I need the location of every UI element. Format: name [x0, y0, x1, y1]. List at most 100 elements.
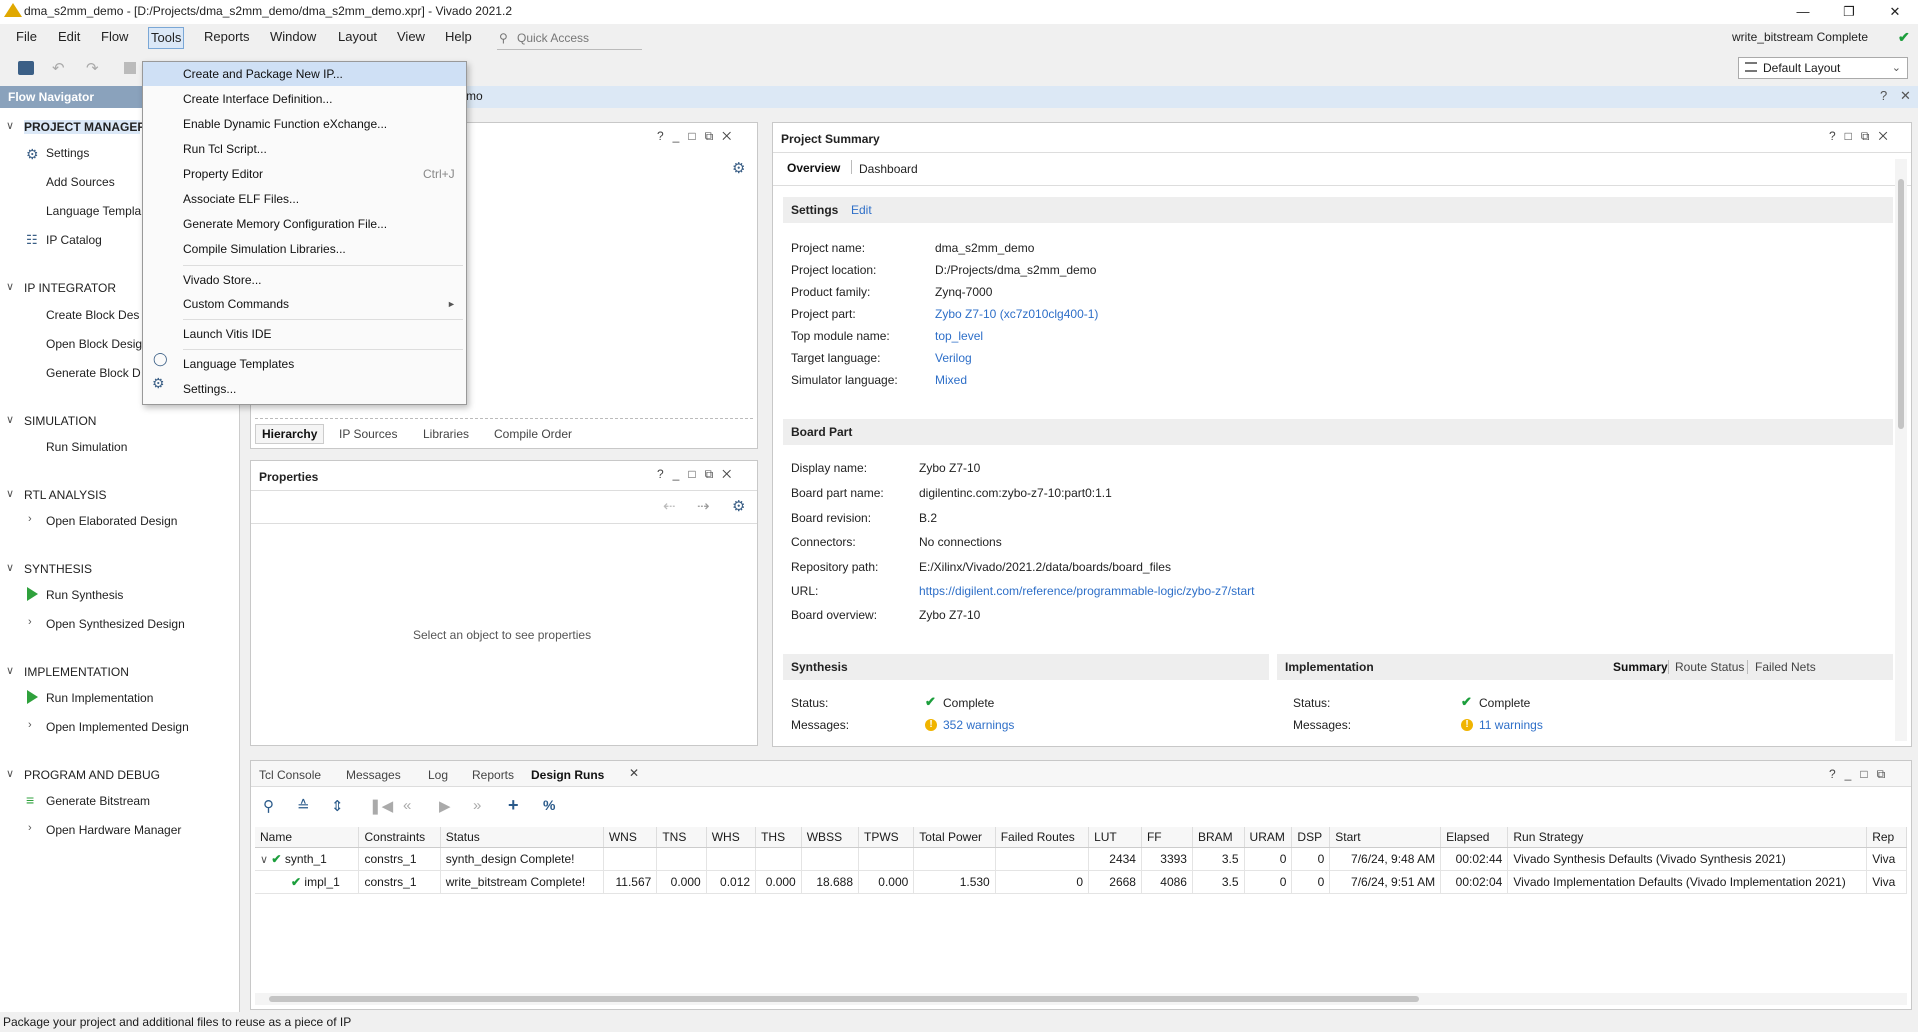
tab-libraries[interactable]: Libraries [423, 427, 469, 441]
maximize-icon[interactable]: ❐ [1826, 1, 1872, 23]
column-header[interactable]: Status [440, 827, 604, 848]
tab-log[interactable]: Log [428, 768, 448, 782]
column-header[interactable]: Start [1329, 827, 1442, 848]
column-header[interactable]: Elapsed [1440, 827, 1509, 848]
section-project-manager[interactable]: PROJECT MANAGER [24, 120, 146, 134]
column-header[interactable]: LUT [1088, 827, 1142, 848]
column-header[interactable]: Constraints [358, 827, 441, 848]
collapse-icon[interactable]: ∨ [6, 280, 14, 293]
nav-settings[interactable]: Settings [46, 146, 89, 160]
chevron-right-icon[interactable]: › [28, 513, 32, 525]
nav-create-block-design[interactable]: Create Block Des [46, 308, 139, 322]
collapse-all-icon[interactable]: ≙ [297, 797, 310, 815]
menu-item-dfx[interactable]: Enable Dynamic Function eXchange... [143, 112, 466, 136]
expand-all-icon[interactable]: ⇕ [331, 797, 344, 815]
minimize-icon[interactable]: — [1780, 1, 1826, 23]
vertical-scrollbar[interactable] [1895, 159, 1907, 741]
table-row[interactable]: ∨ ✔ synth_1 constrs_1 synth_design Compl… [255, 847, 1907, 871]
collapse-icon[interactable]: ∨ [6, 413, 14, 426]
nav-open-elaborated-design[interactable]: Open Elaborated Design [46, 514, 177, 528]
nav-open-hardware-manager[interactable]: Open Hardware Manager [46, 823, 181, 837]
tab-dashboard[interactable]: Dashboard [859, 162, 918, 176]
chevron-right-icon[interactable]: › [28, 719, 32, 731]
tab-overview[interactable]: Overview [787, 161, 840, 175]
menu-edit[interactable]: Edit [58, 29, 80, 44]
menu-item-create-package-ip[interactable]: Create and Package New IP... [143, 62, 466, 86]
section-rtl-analysis[interactable]: RTL ANALYSIS [24, 488, 106, 502]
play-icon[interactable]: ▶ [439, 797, 451, 815]
tab-hierarchy[interactable]: Hierarchy [255, 424, 325, 444]
chevron-right-icon[interactable]: › [28, 616, 32, 628]
tab-compile-order[interactable]: Compile Order [494, 427, 572, 441]
simulator-language-link[interactable]: Mixed [935, 373, 967, 387]
collapse-icon[interactable]: ∨ [6, 767, 14, 780]
menu-item-compile-sim-libs[interactable]: Compile Simulation Libraries... [143, 237, 466, 261]
collapse-icon[interactable]: ∨ [6, 664, 14, 677]
back-arrow-icon[interactable]: ⇠ [663, 497, 676, 515]
panel-controls[interactable]: ?_□⧉✕ [657, 129, 740, 144]
gear-icon[interactable]: ⚙ [732, 159, 745, 177]
collapse-icon[interactable]: ∨ [6, 561, 14, 574]
section-implementation[interactable]: IMPLEMENTATION [24, 665, 129, 679]
section-simulation[interactable]: SIMULATION [24, 414, 96, 428]
tab-messages[interactable]: Messages [346, 768, 401, 782]
menu-layout[interactable]: Layout [338, 29, 377, 44]
menu-tools[interactable]: Tools [148, 27, 185, 49]
section-ip-integrator[interactable]: IP INTEGRATOR [24, 281, 116, 295]
scroll-thumb[interactable] [1898, 179, 1904, 429]
panel-controls[interactable]: ?_□⧉ [1829, 767, 1894, 782]
menu-item-create-interface[interactable]: Create Interface Definition... [143, 87, 466, 111]
next-icon[interactable]: » [473, 797, 481, 814]
menu-item-run-tcl[interactable]: Run Tcl Script... [143, 137, 466, 161]
nav-language-templates[interactable]: Language Templa [46, 204, 141, 218]
column-header[interactable]: WHS [706, 827, 757, 848]
synth-warnings-link[interactable]: 352 warnings [943, 718, 1014, 732]
menu-flow[interactable]: Flow [101, 29, 128, 44]
menu-item-property-editor[interactable]: Property Editor [143, 162, 466, 186]
collapse-icon[interactable]: ∨ [6, 119, 14, 132]
nav-generate-block-design[interactable]: Generate Block D [46, 366, 141, 380]
chevron-right-icon[interactable]: › [28, 822, 32, 834]
column-header[interactable]: DSP [1291, 827, 1331, 848]
top-module-link[interactable]: top_level [935, 329, 983, 343]
menu-file[interactable]: File [16, 29, 37, 44]
column-header[interactable]: Name [255, 827, 360, 848]
copy-icon[interactable] [124, 62, 136, 74]
menu-item-launch-vitis[interactable]: Launch Vitis IDE [143, 322, 466, 346]
nav-run-synthesis[interactable]: Run Synthesis [46, 588, 123, 602]
impl-warnings-link[interactable]: 11 warnings [1479, 718, 1543, 732]
board-url-link[interactable]: https://digilent.com/reference/programma… [919, 584, 1254, 598]
horizontal-scrollbar[interactable] [255, 993, 1907, 1005]
search-icon[interactable]: ⚲ [263, 797, 274, 815]
quick-access-input[interactable]: ⚲ Quick Access [497, 28, 642, 50]
undo-icon[interactable]: ↶ [52, 59, 65, 77]
menu-window[interactable]: Window [270, 29, 316, 44]
first-icon[interactable]: ❚◀ [369, 797, 393, 815]
redo-icon[interactable]: ↷ [86, 59, 99, 77]
tab-impl-summary[interactable]: Summary [1613, 660, 1668, 674]
column-header[interactable]: Failed Routes [995, 827, 1090, 848]
edit-settings-link[interactable]: Edit [851, 203, 872, 217]
section-program-and-debug[interactable]: PROGRAM AND DEBUG [24, 768, 160, 782]
column-header[interactable]: URAM [1244, 827, 1293, 848]
column-header[interactable]: FF [1141, 827, 1193, 848]
nav-ip-catalog[interactable]: IP Catalog [46, 233, 102, 247]
nav-open-block-design[interactable]: Open Block Desig [46, 337, 142, 351]
menu-view[interactable]: View [397, 29, 425, 44]
menu-help[interactable]: Help [445, 29, 472, 44]
collapse-icon[interactable]: ∨ [6, 487, 14, 500]
column-header[interactable]: TPWS [858, 827, 915, 848]
nav-open-implemented-design[interactable]: Open Implemented Design [46, 720, 189, 734]
add-run-icon[interactable]: + [508, 795, 519, 816]
gear-icon[interactable]: ⚙ [732, 497, 745, 515]
table-row[interactable]: ✔ impl_1 constrs_1 write_bitstream Compl… [255, 870, 1907, 894]
tab-tcl-console[interactable]: Tcl Console [259, 768, 321, 782]
menu-item-custom-commands[interactable]: Custom Commands [143, 292, 466, 316]
nav-generate-bitstream[interactable]: Generate Bitstream [46, 794, 150, 808]
menu-item-memory-config[interactable]: Generate Memory Configuration File... [143, 212, 466, 236]
target-language-link[interactable]: Verilog [935, 351, 972, 365]
nav-run-implementation[interactable]: Run Implementation [46, 691, 153, 705]
column-header[interactable]: Run Strategy [1507, 827, 1868, 848]
menu-item-associate-elf[interactable]: Associate ELF Files... [143, 187, 466, 211]
layout-select[interactable]: Default Layout ⌄ [1738, 57, 1908, 79]
